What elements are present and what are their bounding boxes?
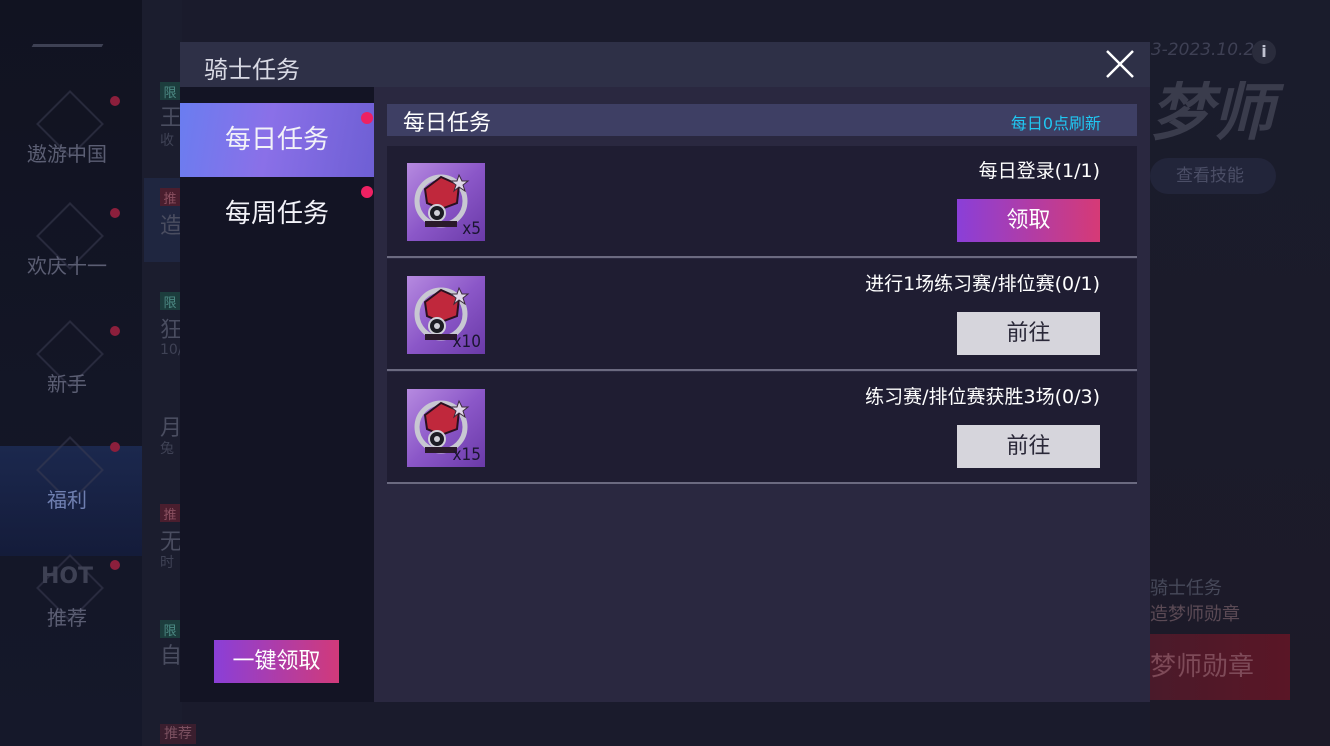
claim-all-button[interactable]: 一键领取 bbox=[214, 640, 339, 683]
view-skill-button[interactable]: 查看技能 bbox=[1150, 158, 1276, 194]
close-button[interactable] bbox=[1102, 46, 1138, 82]
task-row: x5 每日登录(1/1) 领取 bbox=[387, 146, 1137, 258]
nav-item-national-day[interactable]: 欢庆十一 bbox=[0, 202, 142, 322]
event-title-fragment: 自 bbox=[160, 644, 183, 669]
tab-label: 每日任务 bbox=[224, 125, 329, 155]
reward-quantity: x5 bbox=[462, 219, 481, 239]
event-title-fragment: 王 bbox=[160, 106, 183, 131]
section-header: 每日任务 每日0点刷新 bbox=[387, 104, 1137, 136]
nav-item-travel-china[interactable]: 遨游中国 bbox=[0, 90, 142, 210]
event-title-fragment: 狂 bbox=[160, 318, 183, 343]
event-date-range: 03-2023.10.26 bbox=[1140, 40, 1266, 60]
section-title: 每日任务 bbox=[403, 111, 492, 136]
notification-dot bbox=[361, 112, 373, 124]
event-chip: 推 bbox=[160, 188, 180, 207]
task-name: 进行1场练习赛/排位赛(0/1) bbox=[865, 273, 1100, 295]
background-event-list: 限 王 收 推 造 限 狂 10/ 月 兔 推 无 时 限 自 bbox=[142, 0, 183, 746]
event-sub-fragment: 兔 bbox=[160, 441, 174, 457]
reward-item: x5 bbox=[407, 163, 485, 241]
refresh-note: 每日0点刷新 bbox=[1010, 114, 1101, 133]
bottom-medal-label: 造梦师勋章 bbox=[1150, 604, 1240, 625]
reward-quantity: x15 bbox=[452, 445, 481, 465]
reward-item: x10 bbox=[407, 276, 485, 354]
event-sub-fragment: 时 bbox=[160, 555, 174, 571]
task-content-panel: 每日任务 每日0点刷新 x5 每日登录(1/1) 领取 x10 进行1场练习赛/… bbox=[374, 87, 1150, 702]
event-title-fragment: 造 bbox=[160, 214, 183, 239]
event-chip: 限 bbox=[160, 82, 180, 101]
event-title: 梦师 bbox=[1150, 76, 1275, 149]
game-logo bbox=[31, 18, 119, 47]
background-left-nav: 遨游中国 欢庆十一 新手 福利 推荐 HOT bbox=[0, 0, 142, 746]
event-chip: 推 bbox=[160, 504, 180, 523]
nav-item-recommend[interactable]: 推荐 HOT bbox=[0, 554, 142, 674]
medal-button[interactable]: 梦师勋章 bbox=[1150, 634, 1290, 700]
notification-dot bbox=[110, 442, 120, 452]
event-sub-fragment: 收 bbox=[160, 133, 174, 149]
notification-dot bbox=[110, 96, 120, 106]
notification-dot bbox=[110, 326, 120, 336]
nav-item-newbie[interactable]: 新手 bbox=[0, 320, 142, 440]
close-icon bbox=[1106, 50, 1134, 78]
tab-daily-tasks[interactable]: 每日任务 bbox=[180, 103, 374, 177]
row-divider bbox=[387, 256, 1137, 258]
go-button[interactable]: 前往 bbox=[957, 425, 1100, 468]
task-row: x10 进行1场练习赛/排位赛(0/1) 前往 bbox=[387, 259, 1137, 371]
nav-item-welfare[interactable]: 福利 bbox=[0, 436, 142, 556]
task-tab-sidebar: 每日任务 每周任务 一键领取 bbox=[180, 87, 374, 702]
claim-button[interactable]: 领取 bbox=[957, 199, 1100, 242]
task-name: 练习赛/排位赛获胜3场(0/3) bbox=[865, 386, 1100, 408]
empty-task-area bbox=[387, 527, 1137, 702]
dialog-header: 骑士任务 bbox=[180, 42, 1150, 87]
event-chip: 限 bbox=[160, 292, 180, 311]
task-row: x15 练习赛/排位赛获胜3场(0/3) 前往 bbox=[387, 372, 1137, 484]
tab-label: 每周任务 bbox=[224, 199, 329, 229]
knight-task-dialog: 骑士任务 每日任务 每周任务 一键领取 每日任务 每日0点刷新 x5 每日登录(… bbox=[180, 42, 1150, 702]
bottom-task-label: 骑士任务 bbox=[1150, 578, 1222, 599]
row-divider bbox=[387, 482, 1137, 484]
reward-quantity: x10 bbox=[452, 332, 481, 352]
dialog-title: 骑士任务 bbox=[204, 56, 300, 84]
notification-dot bbox=[110, 208, 120, 218]
event-chip: 限 bbox=[160, 620, 180, 639]
info-icon[interactable]: i bbox=[1252, 40, 1276, 64]
recommend-chip: 推荐 bbox=[160, 724, 196, 744]
reward-item: x15 bbox=[407, 389, 485, 467]
row-divider bbox=[387, 369, 1137, 371]
tab-weekly-tasks[interactable]: 每周任务 bbox=[180, 177, 374, 251]
go-button[interactable]: 前往 bbox=[957, 312, 1100, 355]
notification-dot bbox=[361, 186, 373, 198]
hot-label: HOT bbox=[40, 564, 94, 589]
task-name: 每日登录(1/1) bbox=[978, 160, 1100, 182]
